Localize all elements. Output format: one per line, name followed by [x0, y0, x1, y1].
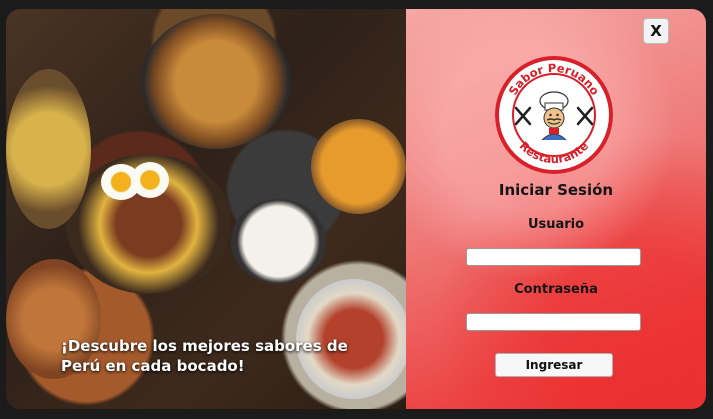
close-button[interactable]: X [643, 18, 669, 44]
password-label: Contraseña [514, 282, 598, 297]
food-dish [6, 69, 91, 229]
food-background-image: ¡Descubre los mejores sabores de Perú en… [6, 9, 411, 409]
username-label: Usuario [527, 217, 585, 232]
food-dish [141, 14, 291, 149]
login-submit-button[interactable]: Ingresar [495, 353, 613, 377]
tagline-text: ¡Descubre los mejores sabores de Perú en… [61, 337, 348, 375]
login-panel: X Sabor Peruano Restaurante Iniciar Sesi… [406, 9, 706, 409]
login-title: Iniciar Sesión [498, 181, 614, 199]
username-input[interactable] [466, 248, 641, 266]
password-input[interactable] [466, 313, 641, 331]
restaurant-logo: Sabor Peruano Restaurante [495, 56, 613, 174]
login-window: ¡Descubre los mejores sabores de Perú en… [6, 9, 706, 409]
food-dish [311, 119, 406, 214]
food-dish [231, 199, 326, 284]
food-egg [131, 162, 169, 198]
